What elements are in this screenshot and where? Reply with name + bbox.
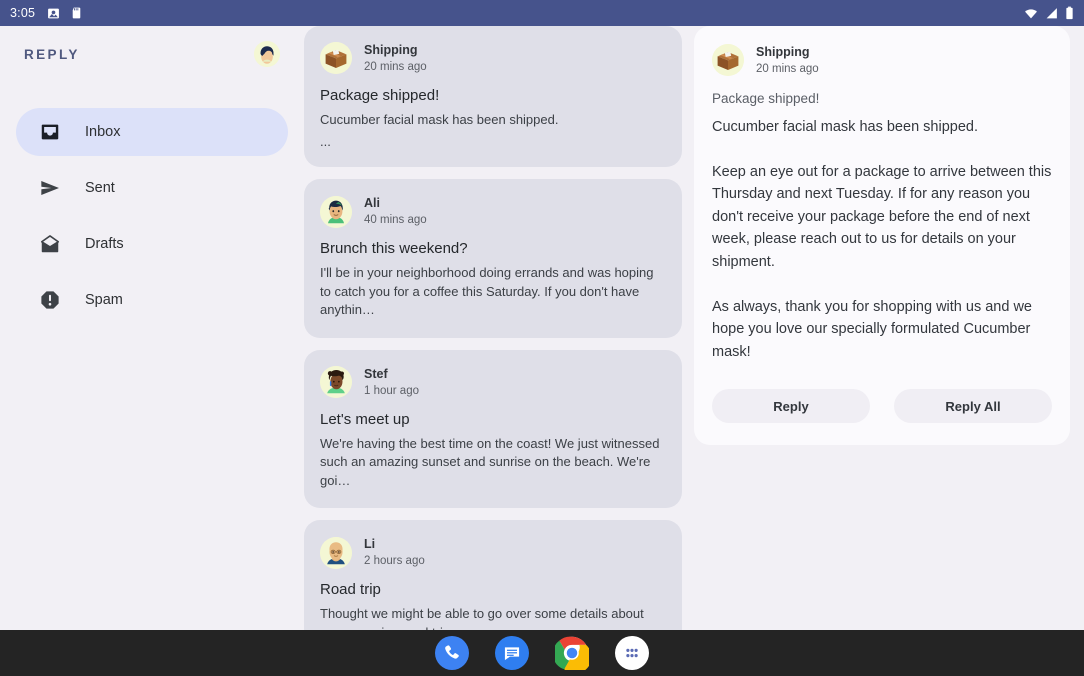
app-brand-title: REPLY: [24, 46, 80, 62]
sidebar-item-label: Inbox: [85, 124, 121, 140]
messages-icon[interactable]: [495, 636, 529, 670]
email-preview: We're having the best time on the coast!…: [320, 435, 664, 488]
email-meta: Ali 40 mins ago: [364, 195, 427, 228]
battery-icon: [1066, 6, 1073, 20]
email-detail-subject: Package shipped!: [712, 90, 820, 106]
timestamp: 2 hours ago: [364, 554, 425, 567]
app-window: REPLY Inbox Sent Drafts Spam Shipping 20…: [0, 26, 1084, 630]
sidebar-item-label: Spam: [85, 292, 123, 308]
account-avatar[interactable]: [254, 41, 280, 67]
email-meta: Shipping 20 mins ago: [364, 42, 427, 75]
sidebar-item-drafts[interactable]: Drafts: [16, 220, 288, 268]
timestamp: 40 mins ago: [364, 214, 427, 227]
email-header: Ali 40 mins ago: [320, 195, 666, 228]
sidebar-header: REPLY: [16, 26, 288, 82]
email-subject: Package shipped!: [320, 86, 440, 104]
sdcard-icon: [72, 7, 81, 19]
sidebar-item-sent[interactable]: Sent: [16, 164, 288, 212]
sidebar-item-inbox[interactable]: Inbox: [16, 108, 288, 156]
email-meta: Li 2 hours ago: [364, 536, 425, 569]
reply-all-button[interactable]: Reply All: [894, 389, 1052, 424]
drafts-icon: [40, 235, 60, 253]
sidebar: REPLY Inbox Sent Drafts Spam: [0, 26, 304, 630]
email-subject: Road trip: [320, 581, 381, 599]
email-header: Shipping 20 mins ago: [320, 42, 666, 75]
email-header: Li 2 hours ago: [320, 536, 666, 569]
email-meta: Stef 1 hour ago: [364, 366, 419, 399]
timestamp: 1 hour ago: [364, 384, 419, 397]
sidebar-item-label: Sent: [85, 180, 115, 196]
timestamp: 20 mins ago: [756, 62, 819, 75]
status-bar: 3:05: [0, 0, 1084, 26]
sidebar-item-label: Drafts: [85, 236, 124, 252]
email-list-item[interactable]: Li 2 hours ago Road trip Thought we migh…: [304, 520, 682, 630]
email-subject: Let's meet up: [320, 410, 410, 428]
status-bar-system-icons: [1023, 6, 1074, 20]
email-detail-card: Shipping 20 mins ago Package shipped! Cu…: [694, 26, 1070, 446]
phone-icon[interactable]: [435, 636, 469, 670]
inbox-icon: [41, 124, 59, 140]
status-bar-notification-icons: [47, 6, 83, 20]
wifi-icon: [1025, 8, 1037, 18]
email-detail-header: Shipping 20 mins ago: [712, 44, 1052, 77]
sender-name: Stef: [364, 366, 388, 381]
email-list-item[interactable]: Ali 40 mins ago Brunch this weekend? I'l…: [304, 179, 682, 338]
sender-name: Shipping: [756, 45, 810, 59]
email-detail-meta: Shipping 20 mins ago: [756, 44, 819, 77]
system-dock: [0, 630, 1084, 676]
email-detail-pane: Shipping 20 mins ago Package shipped! Cu…: [694, 26, 1084, 630]
email-subject: Brunch this weekend?: [320, 240, 468, 258]
email-list-item[interactable]: Shipping 20 mins ago Package shipped! Cu…: [304, 26, 682, 168]
email-detail-actions: Reply Reply All: [712, 389, 1052, 424]
email-preview: I'll be in your neighborhood doing erran…: [320, 265, 658, 318]
email-preview: Cucumber facial mask has been shipped.: [320, 111, 559, 127]
sender-name: Ali: [364, 196, 380, 211]
send-icon: [41, 181, 59, 195]
email-list-item[interactable]: Stef 1 hour ago Let's meet up We're havi…: [304, 349, 682, 509]
package-avatar: [320, 42, 352, 75]
reply-button[interactable]: Reply: [712, 389, 870, 424]
sender-name: Shipping: [364, 43, 418, 57]
photo-icon: [48, 8, 60, 18]
spam-icon: [41, 291, 59, 309]
chrome-icon[interactable]: [555, 636, 589, 670]
person-stef-avatar: [320, 366, 352, 399]
timestamp: 20 mins ago: [364, 60, 427, 73]
sidebar-nav: Inbox Sent Drafts Spam: [16, 108, 288, 324]
email-list[interactable]: Shipping 20 mins ago Package shipped! Cu…: [304, 26, 694, 630]
email-preview: Thought we might be able to go over some…: [320, 606, 644, 630]
sender-name: Li: [364, 537, 376, 552]
email-header: Stef 1 hour ago: [320, 366, 666, 399]
email-preview-ellipsis: ...: [320, 134, 331, 150]
email-detail-body: Cucumber facial mask has been shipped. K…: [712, 118, 1052, 360]
app-drawer-icon[interactable]: [615, 636, 649, 670]
person-li-avatar: [320, 536, 352, 569]
status-bar-time: 3:05: [10, 6, 36, 20]
package-avatar: [712, 44, 744, 77]
cellular-signal-icon: [1046, 7, 1057, 18]
person-ali-avatar: [320, 195, 352, 228]
sidebar-item-spam[interactable]: Spam: [16, 276, 288, 324]
